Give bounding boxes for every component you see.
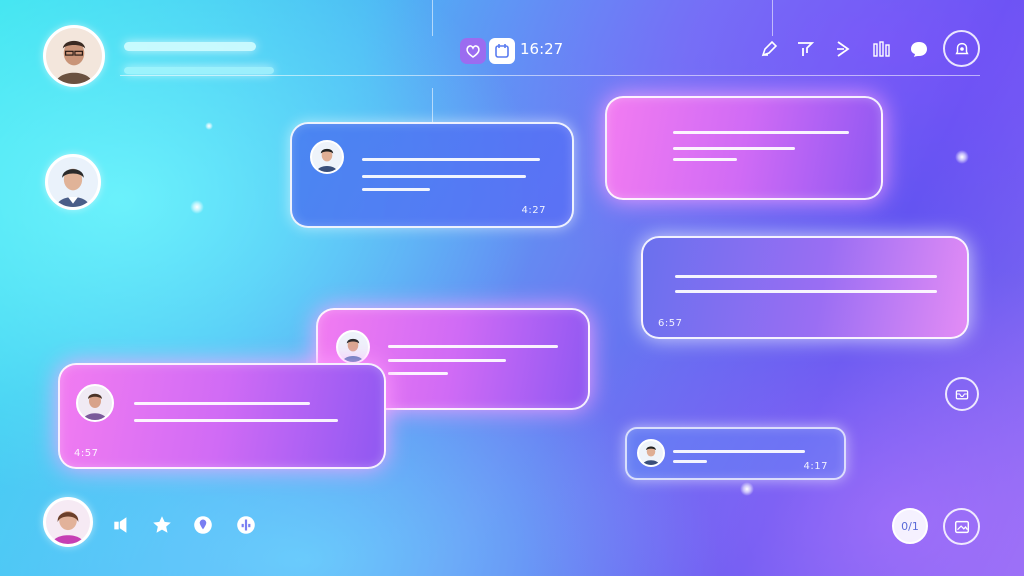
message-card[interactable]: 4:57 <box>58 363 386 469</box>
inbox-button[interactable] <box>945 377 979 411</box>
person-icon <box>78 386 112 420</box>
message-timestamp: 4:57 <box>74 448 99 459</box>
counter-label: 0/1 <box>901 519 919 533</box>
message-text-line <box>675 290 937 293</box>
header-subtitle-placeholder <box>124 67 274 74</box>
message-text-line <box>134 402 310 405</box>
person-icon <box>46 500 90 544</box>
message-text-line <box>673 147 795 150</box>
edit-icon[interactable] <box>756 36 782 62</box>
message-text-line <box>388 345 558 348</box>
message-card[interactable]: 4:27 <box>290 122 574 228</box>
calendar-icon[interactable] <box>489 38 515 64</box>
message-timestamp: 6:57 <box>658 318 683 329</box>
user-avatar[interactable] <box>43 497 93 547</box>
divider-vertical <box>772 0 773 36</box>
sender-avatar[interactable] <box>336 330 370 364</box>
person-icon <box>46 28 102 84</box>
person-icon <box>338 332 368 362</box>
forward-icon[interactable] <box>830 36 856 62</box>
location-icon[interactable] <box>191 513 215 537</box>
header-title-placeholder <box>124 42 256 51</box>
message-text-line <box>673 158 737 161</box>
header-divider <box>120 75 980 76</box>
notification-button[interactable] <box>943 30 980 67</box>
message-text-line <box>362 175 526 178</box>
message-text-line <box>362 158 540 161</box>
message-text-line <box>673 460 707 463</box>
notification-icon <box>954 42 969 54</box>
person-icon <box>312 142 342 172</box>
message-text-line <box>675 275 937 278</box>
sender-avatar[interactable] <box>310 140 344 174</box>
message-text-line <box>673 131 849 134</box>
heart-chat-icon[interactable] <box>460 38 486 64</box>
sparkle <box>740 482 754 496</box>
chart-bars-icon[interactable] <box>868 36 894 62</box>
message-card[interactable]: 4:17 <box>625 427 846 480</box>
inbox-icon <box>955 390 969 400</box>
info-icon[interactable] <box>234 513 258 537</box>
sparkle <box>190 200 204 214</box>
chat-bubble-icon[interactable] <box>906 36 932 62</box>
clock-time: 16:27 <box>520 40 564 58</box>
counter-button[interactable]: 0/1 <box>892 508 928 544</box>
sparkle <box>205 122 213 130</box>
contact-avatar[interactable] <box>45 154 101 210</box>
message-card[interactable]: 6:57 <box>641 236 969 339</box>
image-button[interactable] <box>943 508 980 545</box>
image-icon <box>954 520 969 533</box>
divider-vertical <box>432 88 433 124</box>
star-icon[interactable] <box>150 513 174 537</box>
message-text-line <box>134 419 338 422</box>
speaker-icon[interactable] <box>110 513 134 537</box>
message-text-line <box>362 188 430 191</box>
sparkle <box>955 150 969 164</box>
message-timestamp: 4:27 <box>521 205 546 216</box>
message-text-line <box>673 450 805 453</box>
message-timestamp: 4:17 <box>803 461 828 472</box>
message-card[interactable] <box>605 96 883 200</box>
sender-avatar[interactable] <box>637 439 665 467</box>
divider-vertical <box>432 0 433 36</box>
message-text-line <box>388 359 506 362</box>
person-icon <box>639 441 663 465</box>
filter-icon[interactable] <box>792 36 818 62</box>
sender-avatar[interactable] <box>76 384 114 422</box>
profile-avatar[interactable] <box>43 25 105 87</box>
message-text-line <box>388 372 448 375</box>
person-icon <box>48 157 98 207</box>
